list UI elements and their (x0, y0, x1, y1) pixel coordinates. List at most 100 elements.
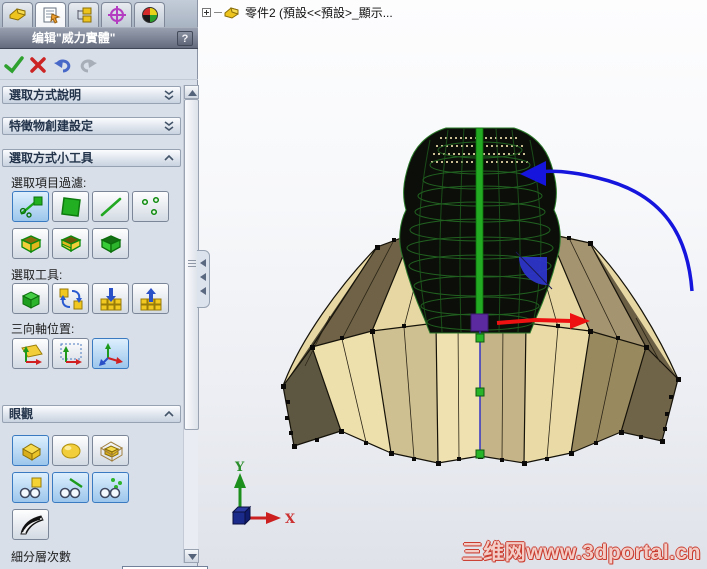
zebra-stripes-icon (20, 515, 44, 535)
cancel-button red-x-icon[interactable] (28, 55, 48, 75)
panel-scrollbar[interactable] (183, 85, 199, 563)
chevron-double-down-icon (164, 90, 174, 100)
redo-button gray-redo-arrow-icon (80, 59, 97, 73)
section-selection-tools[interactable]: 選取方式小工具 (2, 149, 181, 167)
solidworks-window: Y X 零件2 (預設<<預設>_顯示... 三维网www.3dportal.c… (0, 0, 707, 569)
green-box-icon (100, 235, 122, 254)
manip-center-handle (470, 313, 489, 332)
open-box-icon (20, 235, 42, 254)
swap-selection-button[interactable] (52, 283, 89, 314)
show-cage-button[interactable] (92, 435, 129, 466)
triad-label: 三向軸位置: (11, 322, 75, 336)
show-solid-button[interactable] (12, 435, 49, 466)
display-manager-tab[interactable] (134, 2, 165, 27)
section-view[interactable]: 眼觀 (2, 405, 181, 423)
panel-title: 编辑"威力實體" (32, 31, 116, 45)
yellow-box-icon (22, 443, 41, 461)
scroll-down-arrow-icon (188, 554, 197, 560)
show-vertices-button[interactable] (92, 472, 129, 503)
tree-connector (214, 11, 222, 13)
section-feature-settings[interactable]: 特徵物創建設定 (2, 117, 181, 135)
glasses-dots-icon (99, 478, 122, 499)
box-in-cage-icon (100, 441, 123, 462)
filter-vertices-icon (141, 196, 160, 216)
filter-faces-icon (61, 197, 81, 217)
select-open-box-button[interactable] (12, 228, 49, 259)
property-manager-titlebar: 编辑"威力實體" ? (0, 27, 198, 49)
chevron-up-icon (164, 410, 174, 417)
filter-label: 選取項目過濾: (11, 176, 87, 190)
select-green-box-button[interactable] (92, 228, 129, 259)
section-selection-help[interactable]: 選取方式說明 (2, 86, 181, 104)
chevron-double-down-icon (164, 121, 174, 131)
section-label: 眼觀 (9, 407, 34, 421)
feature-tree-flyout[interactable]: 零件2 (預設<<預設>_顯示... (202, 3, 393, 21)
select-half-box-button[interactable] (52, 228, 89, 259)
subdivision-label: 細分層次數 (11, 550, 72, 564)
filter-all-icon (19, 196, 43, 218)
chevron-up-icon (164, 154, 174, 161)
ok-button green-check-icon[interactable] (4, 55, 24, 75)
color-sphere-icon (141, 7, 158, 23)
glasses-line-icon (59, 478, 83, 499)
panel-collapse-handle[interactable] (197, 250, 210, 308)
triad-bounding-button[interactable] (52, 338, 89, 369)
yellow-ellipsoid-icon (61, 443, 81, 459)
show-smooth-button[interactable] (52, 435, 89, 466)
scrollbar-grip (188, 260, 196, 270)
filter-all-button[interactable] (12, 191, 49, 222)
grow-selection-button[interactable] (92, 283, 129, 314)
triad-free-icon (99, 343, 123, 366)
undo-button blue-undo-arrow-icon[interactable] (53, 55, 73, 75)
origin-triad-icon: Y X (231, 460, 296, 527)
watermark-text: 三维网www.3dportal.cn (461, 541, 701, 564)
section-label: 選取方式說明 (9, 88, 82, 102)
glasses-square-icon (19, 477, 42, 499)
magenta-target-icon (107, 6, 126, 24)
mesh-model-scene: Y X (231, 127, 694, 527)
help-button[interactable]: ? (177, 31, 193, 46)
grid-down-arrow-icon (100, 288, 122, 311)
show-edges-button[interactable] (52, 472, 89, 503)
property-manager-tab[interactable] (35, 2, 66, 28)
y-axis-label: Y (234, 460, 245, 475)
scroll-down-button[interactable] (184, 549, 199, 563)
green-cube-icon (21, 291, 41, 309)
scroll-up-arrow-icon (188, 90, 197, 96)
triad-plane-icon (21, 344, 43, 365)
property-sheet-hand-icon (43, 7, 61, 24)
tree-item-label[interactable]: 零件2 (預設<<預設>_顯示... (245, 4, 393, 21)
tools-label: 選取工具: (11, 268, 63, 282)
swap-arrows-grid-icon (59, 288, 83, 310)
grid-up-arrow-icon (140, 288, 162, 311)
filter-edges-icon (100, 197, 122, 217)
section-label: 選取方式小工具 (9, 151, 94, 165)
show-faces-button[interactable] (12, 472, 49, 503)
shrink-selection-button[interactable] (132, 283, 169, 314)
half-box-icon (60, 235, 82, 253)
property-manager-panel: 编辑"威力實體" ? 選取方式說明 特徵物創建設定 選取方式小工具 選取項目過濾… (0, 0, 208, 569)
manager-tabstrip (0, 0, 197, 28)
x-axis-label: X (285, 512, 296, 527)
collapse-arrows-icon (200, 259, 206, 295)
filter-faces-button[interactable] (52, 191, 89, 222)
part-icon (224, 6, 239, 19)
yellow-part-icon (9, 8, 25, 21)
graphics-viewport[interactable]: Y X 零件2 (預設<<預設>_顯示... 三维网www.3dportal.c… (198, 0, 707, 569)
filter-vertices-button[interactable] (132, 191, 169, 222)
panel-toolbar (0, 50, 198, 80)
scroll-up-button[interactable] (184, 85, 199, 99)
triad-dashed-box-icon (60, 343, 82, 365)
zebra-stripes-button[interactable] (12, 509, 49, 540)
dimxpert-tab[interactable] (101, 2, 132, 27)
feature-manager-tab[interactable] (2, 2, 33, 27)
triad-free-button[interactable] (92, 338, 129, 369)
configuration-manager-tab[interactable] (68, 2, 99, 27)
tree-expand-icon[interactable] (202, 7, 211, 17)
section-label: 特徵物創建設定 (9, 119, 94, 133)
manip-y-axis (475, 127, 484, 321)
select-volume-button[interactable] (12, 283, 49, 314)
triad-on-plane-button[interactable] (12, 338, 49, 369)
configurations-tree-icon (77, 7, 91, 23)
filter-edges-button[interactable] (92, 191, 129, 222)
